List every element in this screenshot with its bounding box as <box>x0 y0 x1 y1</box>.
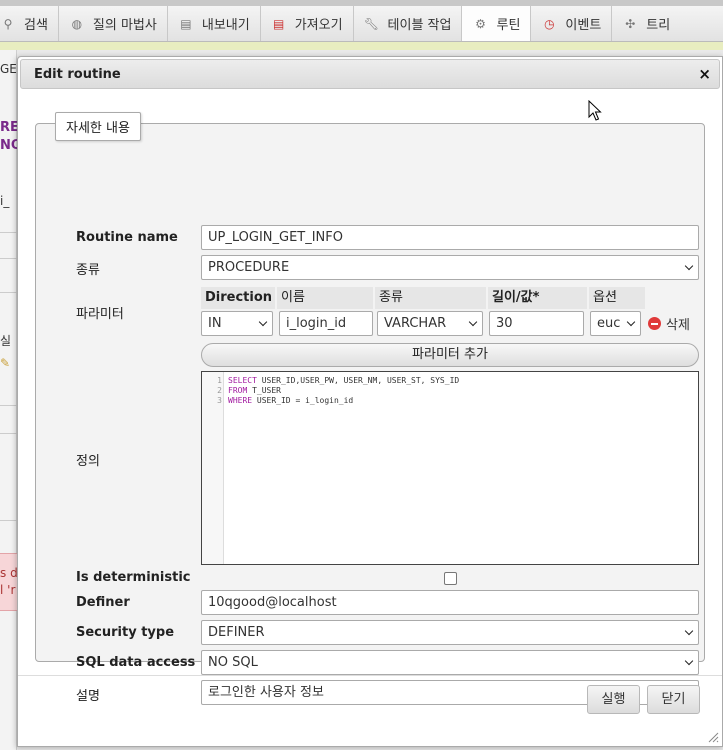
error-box <box>0 553 17 611</box>
divider <box>0 433 17 434</box>
database-icon: ◍ <box>71 16 83 31</box>
notice-strip <box>0 42 723 50</box>
sql-data-access-label: SQL data access <box>76 655 196 670</box>
param-type-select[interactable]: VARCHAR <box>377 311 483 336</box>
bg-fragment: l 'r <box>0 583 16 597</box>
bg-fragment: i_ <box>0 194 10 208</box>
definer-label: Definer <box>76 595 130 610</box>
param-header-options: 옵션 <box>589 287 645 309</box>
comment-label: 설명 <box>76 689 100 704</box>
tab-search[interactable]: ⚲ 검색 <box>0 6 59 41</box>
tab-query[interactable]: ◍ 질의 마법사 <box>59 6 168 41</box>
definition-label: 정의 <box>76 454 100 469</box>
dialog-title: Edit routine <box>34 66 121 82</box>
routine-name-input[interactable]: UP_LOGIN_GET_INFO <box>201 225 699 250</box>
clock-icon: ◷ <box>544 16 555 31</box>
delete-param-link[interactable]: 삭제 <box>666 314 690 333</box>
tab-import[interactable]: ▤ 가져오기 <box>261 6 354 41</box>
close-button[interactable]: 닫기 <box>647 685 700 714</box>
export-icon: ▤ <box>180 16 192 31</box>
sql-data-access-select[interactable]: NO SQL <box>201 650 699 675</box>
add-parameter-button[interactable]: 파라미터 추가 <box>201 343 699 367</box>
bg-fragment: RE <box>0 120 17 135</box>
code-line: 2 FROM T_USER <box>217 386 281 395</box>
wrench-icon: 🔧︎ <box>363 16 380 31</box>
footer-divider <box>18 675 722 676</box>
tab-events[interactable]: ◷ 이벤트 <box>531 6 613 41</box>
dialog-titlebar[interactable]: Edit routine × <box>20 59 720 89</box>
pencil-icon: ✎ <box>0 356 11 370</box>
tab-routines[interactable]: ⚙ 루틴 <box>462 6 532 41</box>
param-name-input[interactable]: i_login_id <box>279 311 373 336</box>
go-button[interactable]: 실행 <box>587 685 640 714</box>
fieldset-legend: 자세한 내용 <box>55 112 141 141</box>
bg-fragment: GE <box>0 62 17 76</box>
param-header-name: 이름 <box>277 287 373 309</box>
security-type-select[interactable]: DEFINER <box>201 620 699 645</box>
param-direction-select[interactable]: IN <box>201 311 273 336</box>
param-length-input[interactable]: 30 <box>489 311 584 336</box>
divider <box>0 258 17 259</box>
param-options-select[interactable]: euc <box>590 311 641 336</box>
routine-type-label: 종류 <box>76 263 100 278</box>
tab-operations[interactable]: 🔧︎ 테이블 작업 <box>354 6 463 41</box>
parameters-label: 파라미터 <box>76 307 124 322</box>
security-type-label: Security type <box>76 625 175 640</box>
routine-type-select[interactable]: PROCEDURE <box>201 255 699 280</box>
deterministic-checkbox[interactable] <box>444 572 457 585</box>
trigger-icon: ✣ <box>625 16 636 31</box>
divider <box>0 405 17 406</box>
param-header-type: 종류 <box>375 287 486 309</box>
deterministic-label: Is deterministic <box>76 570 191 585</box>
mouse-cursor-icon <box>588 100 602 121</box>
tab-bar: ⚲ 검색 ◍ 질의 마법사 ▤ 내보내기 ▤ 가져오기 🔧︎ 테이블 작업 ⚙ 루틴 ◷ 이벤… <box>0 6 723 42</box>
edit-routine-dialog: Edit routine × 자세한 내용 Routine name UP_LO… <box>17 56 723 747</box>
details-fieldset: 자세한 내용 Routine name UP_LOGIN_GET_INFO 종류… <box>35 112 705 705</box>
bg-fragment: NO <box>0 138 17 153</box>
code-line: 3 WHERE USER_ID = i_login_id <box>217 396 354 405</box>
resize-handle-icon[interactable] <box>707 731 719 743</box>
tab-export[interactable]: ▤ 내보내기 <box>168 6 261 41</box>
routines-icon: ⚙ <box>475 16 486 31</box>
definition-editor[interactable]: 1 SELECT USER_ID,USER_PW, USER_NM, USER_S… <box>201 371 699 565</box>
param-header-length: 길이/값* <box>488 287 587 309</box>
search-icon: ⚲ <box>3 16 13 31</box>
close-icon[interactable]: × <box>698 65 711 83</box>
divider <box>0 292 17 293</box>
import-icon: ▤ <box>273 16 285 31</box>
divider <box>0 520 17 521</box>
tab-triggers[interactable]: ✣ 트리 <box>612 6 680 41</box>
routine-name-label: Routine name <box>76 230 178 245</box>
delete-icon[interactable] <box>648 317 661 330</box>
bg-fragment: s d <box>0 566 17 580</box>
param-header-direction: Direction <box>201 287 275 309</box>
background-panel <box>0 50 17 750</box>
divider <box>0 232 17 233</box>
bg-fragment: 실 <box>0 334 12 348</box>
definer-input[interactable]: 10qgood@localhost <box>201 590 699 615</box>
code-line: 1 SELECT USER_ID,USER_PW, USER_NM, USER_S… <box>217 376 460 385</box>
